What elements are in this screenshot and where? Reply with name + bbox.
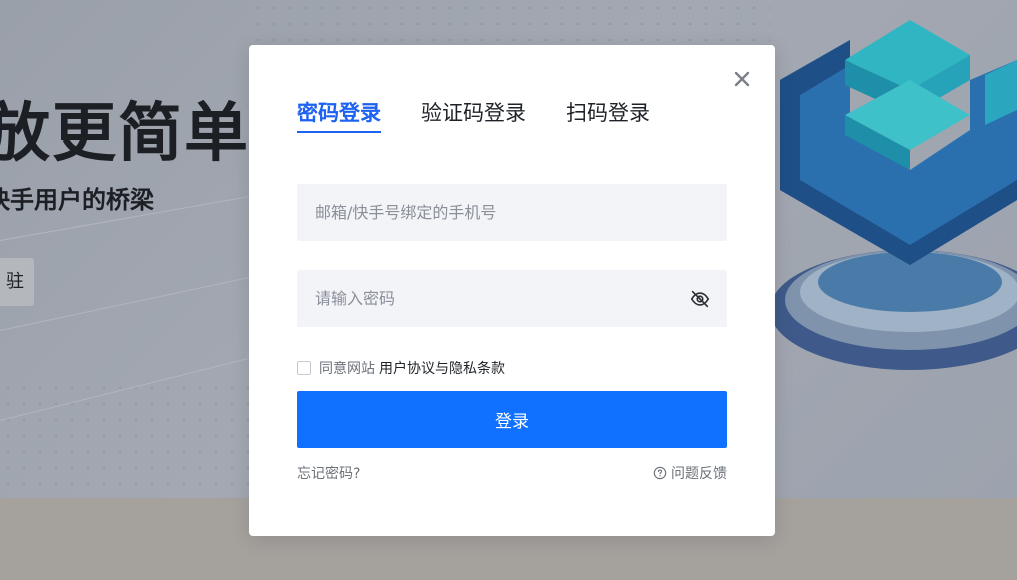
agreement-row: 同意网站 用户协议与隐私条款 bbox=[297, 358, 505, 378]
tab-password-login[interactable]: 密码登录 bbox=[297, 97, 381, 133]
account-input[interactable] bbox=[313, 202, 711, 223]
feedback-link[interactable]: 问题反馈 bbox=[653, 463, 727, 483]
forgot-password-link[interactable]: 忘记密码? bbox=[297, 463, 360, 483]
tab-qrcode-login[interactable]: 扫码登录 bbox=[566, 97, 650, 133]
agree-label: 同意网站 bbox=[319, 361, 375, 377]
hero-title: 放更简单 bbox=[0, 97, 250, 171]
password-field bbox=[297, 270, 727, 327]
agree-checkbox[interactable] bbox=[297, 361, 311, 375]
terms-link[interactable]: 用户协议与隐私条款 bbox=[379, 358, 505, 378]
hero-subtitle: 快手用户的桥梁 bbox=[0, 186, 154, 214]
login-tabs: 密码登录 验证码登录 扫码登录 bbox=[297, 97, 650, 133]
dot-pattern bbox=[0, 380, 260, 490]
close-icon[interactable] bbox=[730, 67, 754, 91]
login-button[interactable]: 登录 bbox=[297, 391, 727, 448]
login-modal: 密码登录 验证码登录 扫码登录 同意网站 用户协议与隐私条款 登录 忘记密码? … bbox=[249, 45, 775, 536]
feedback-label: 问题反馈 bbox=[671, 466, 727, 482]
password-input[interactable] bbox=[313, 288, 689, 309]
account-field bbox=[297, 184, 727, 241]
eye-off-icon[interactable] bbox=[689, 288, 711, 310]
hero-button[interactable]: 驻 bbox=[0, 258, 34, 306]
question-circle-icon bbox=[653, 466, 667, 480]
hero-3d-graphic bbox=[770, 20, 1017, 370]
tab-code-login[interactable]: 验证码登录 bbox=[421, 97, 526, 133]
